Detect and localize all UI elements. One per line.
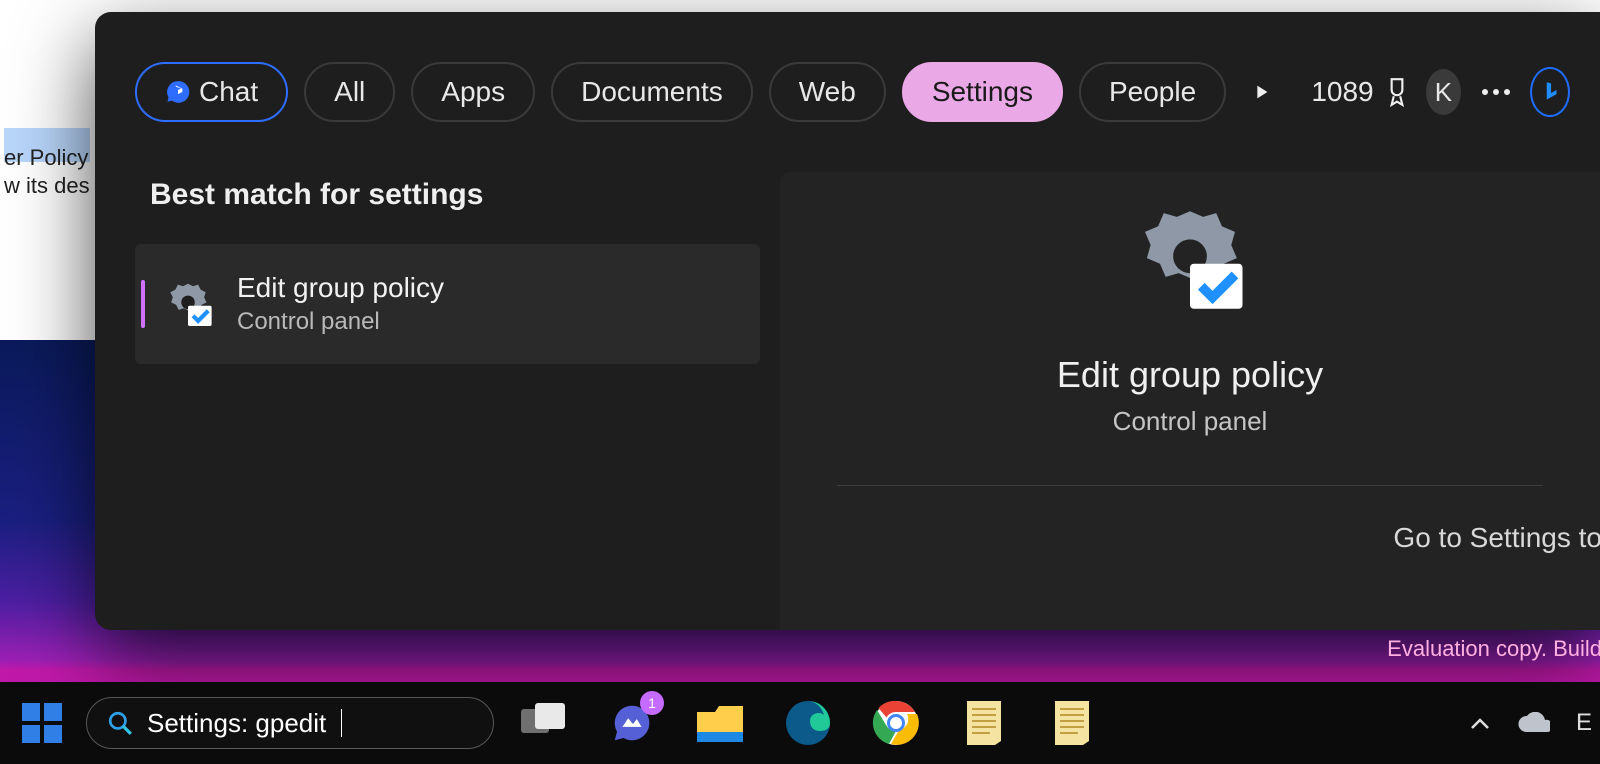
evaluation-watermark: Evaluation copy. Build	[1387, 636, 1600, 662]
filter-chat-label: Chat	[199, 76, 258, 108]
filter-web-pill[interactable]: Web	[769, 62, 886, 122]
options-ellipsis-icon[interactable]	[1477, 68, 1514, 116]
gear-check-icon	[161, 277, 215, 331]
tray-overflow-chevron-icon[interactable]	[1470, 716, 1490, 730]
search-panel: Chat All Apps Documents Web Settings Peo…	[95, 12, 1600, 630]
filter-settings-pill[interactable]: Settings	[902, 62, 1063, 122]
search-filter-bar: Chat All Apps Documents Web Settings Peo…	[135, 60, 1570, 124]
background-window-partial: er Policy w its des	[0, 80, 90, 310]
preview-subtitle: Control panel	[1113, 406, 1268, 437]
bing-icon	[1537, 79, 1563, 105]
background-window-row: w its des	[4, 162, 90, 210]
notepad-icon-2[interactable]	[1046, 697, 1098, 749]
chrome-browser-icon[interactable]	[870, 697, 922, 749]
onedrive-tray-icon[interactable]	[1516, 712, 1550, 734]
bing-chat-launch-button[interactable]	[1530, 67, 1570, 117]
filter-apps-pill[interactable]: Apps	[411, 62, 535, 122]
user-initial: K	[1435, 77, 1452, 108]
text-caret	[341, 709, 342, 737]
bing-chat-icon	[165, 79, 191, 105]
chat-icon[interactable]: 1	[606, 697, 658, 749]
preview-divider	[837, 485, 1542, 486]
rewards-medal-icon	[1384, 77, 1410, 107]
windows-logo-icon	[20, 701, 64, 745]
background-window-selected-row: er Policy	[4, 128, 90, 162]
filter-documents-pill[interactable]: Documents	[551, 62, 753, 122]
filter-people-pill[interactable]: People	[1079, 62, 1226, 122]
user-avatar[interactable]: K	[1426, 69, 1462, 115]
rewards-indicator[interactable]: 1089	[1311, 76, 1409, 108]
filter-chat-pill[interactable]: Chat	[135, 62, 288, 122]
notepad-icon[interactable]	[958, 697, 1010, 749]
start-button[interactable]	[10, 691, 74, 755]
search-icon	[107, 710, 133, 736]
taskbar: Settings: gpedit 1 E	[0, 682, 1600, 764]
system-tray: E	[1470, 709, 1592, 737]
filter-all-pill[interactable]: All	[304, 62, 395, 122]
edge-browser-icon[interactable]	[782, 697, 834, 749]
chat-badge: 1	[640, 691, 664, 715]
tray-extra-indicator[interactable]: E	[1576, 709, 1592, 737]
filter-more-arrow[interactable]	[1242, 68, 1279, 116]
best-match-heading: Best match for settings	[150, 178, 483, 212]
taskbar-search-box[interactable]: Settings: gpedit	[86, 697, 494, 749]
result-subtitle: Control panel	[237, 308, 444, 336]
result-title: Edit group policy	[237, 272, 444, 304]
gear-check-icon	[1130, 200, 1250, 320]
result-preview-pane: Edit group policy Control panel Go to Se…	[780, 172, 1600, 630]
taskbar-search-text: Settings: gpedit	[147, 708, 326, 739]
search-result-item[interactable]: Edit group policy Control panel	[135, 244, 760, 364]
rewards-points: 1089	[1311, 76, 1373, 108]
task-view-icon[interactable]	[518, 697, 570, 749]
go-to-settings-link[interactable]: Go to Settings to	[1393, 522, 1600, 554]
preview-title: Edit group policy	[1057, 354, 1323, 396]
file-explorer-icon[interactable]	[694, 697, 746, 749]
